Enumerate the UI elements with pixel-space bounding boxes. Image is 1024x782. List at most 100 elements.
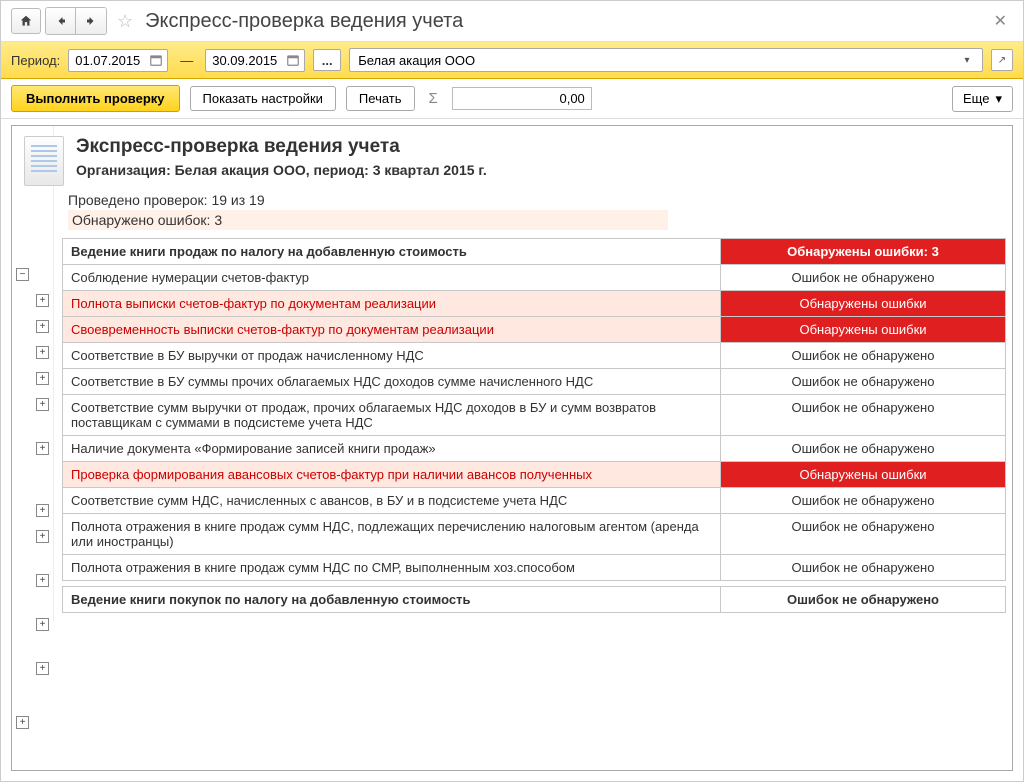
check-name-cell: Соответствие в БУ суммы прочих облагаемы… xyxy=(63,369,721,395)
report-table: Ведение книги продаж по налогу на добавл… xyxy=(62,238,1006,613)
tree-expand-button[interactable]: + xyxy=(36,662,49,675)
date-from-input[interactable] xyxy=(73,52,145,69)
organization-input[interactable] xyxy=(356,52,958,69)
section2-row: Ведение книги покупок по налогу на добав… xyxy=(63,587,1006,613)
table-row: Соответствие в БУ суммы прочих облагаемы… xyxy=(63,369,1006,395)
tree-expand-button[interactable]: + xyxy=(36,372,49,385)
table-row: Полнота выписки счетов-фактур по докумен… xyxy=(63,291,1006,317)
check-name-cell: Своевременность выписки счетов-фактур по… xyxy=(63,317,721,343)
check-status-cell: Ошибок не обнаружено xyxy=(721,514,1006,555)
table-row: Соответствие в БУ выручки от продаж начи… xyxy=(63,343,1006,369)
close-button[interactable]: ✕ xyxy=(988,9,1013,33)
tree-expand-button[interactable]: + xyxy=(36,398,49,411)
toolbar: Выполнить проверку Показать настройки Пе… xyxy=(1,79,1023,119)
favorite-star-icon[interactable]: ☆ xyxy=(117,11,133,32)
section2-name: Ведение книги покупок по налогу на добав… xyxy=(63,587,721,613)
table-row: Соответствие сумм выручки от продаж, про… xyxy=(63,395,1006,436)
report-inner: − + + + + + + + + + + + + Экспресс-прове xyxy=(12,126,1012,621)
table-row: Своевременность выписки счетов-фактур по… xyxy=(63,317,1006,343)
home-button[interactable] xyxy=(11,8,41,34)
check-name-cell: Проверка формирования авансовых счетов-ф… xyxy=(63,462,721,488)
report-header: Экспресс-проверка ведения учета Организа… xyxy=(76,136,1012,178)
checks-done-line: Проведено проверок: 19 из 19 xyxy=(68,192,1012,208)
check-status-cell: Обнаружены ошибки xyxy=(721,317,1006,343)
window-title: Экспресс-проверка ведения учета xyxy=(145,10,983,33)
tree-expand-button[interactable]: + xyxy=(36,346,49,359)
check-status-cell: Обнаружены ошибки xyxy=(721,291,1006,317)
section2-status: Ошибок не обнаружено xyxy=(721,587,1006,613)
tree-expand-button[interactable]: + xyxy=(36,530,49,543)
check-name-cell: Соответствие в БУ выручки от продаж начи… xyxy=(63,343,721,369)
close-icon: ✕ xyxy=(994,13,1007,30)
check-name-cell: Полнота отражения в книге продаж сумм НД… xyxy=(63,514,721,555)
check-status-cell: Ошибок не обнаружено xyxy=(721,343,1006,369)
check-status-cell: Ошибок не обнаружено xyxy=(721,436,1006,462)
home-icon xyxy=(19,14,33,28)
tree-expand-button[interactable]: + xyxy=(16,716,29,729)
check-status-cell: Ошибок не обнаружено xyxy=(721,265,1006,291)
tree-expand-button[interactable]: + xyxy=(36,618,49,631)
period-label: Период: xyxy=(11,53,60,68)
org-dropdown-button[interactable]: ▾ xyxy=(958,51,976,69)
tree-expand-button[interactable]: + xyxy=(36,294,49,307)
section-name: Ведение книги продаж по налогу на добавл… xyxy=(63,239,721,265)
check-name-cell: Полнота выписки счетов-фактур по докумен… xyxy=(63,291,721,317)
calendar-icon[interactable] xyxy=(286,53,300,67)
calendar-icon[interactable] xyxy=(149,53,163,67)
more-button[interactable]: Еще ▾ xyxy=(952,86,1013,112)
check-name-cell: Соблюдение нумерации счетов-фактур xyxy=(63,265,721,291)
check-name-cell: Соответствие сумм НДС, начисленных с ава… xyxy=(63,488,721,514)
date-from-field[interactable] xyxy=(68,49,168,72)
table-row: Полнота отражения в книге продаж сумм НД… xyxy=(63,555,1006,581)
period-picker-button[interactable]: ... xyxy=(313,49,341,71)
titlebar: ☆ Экспресс-проверка ведения учета ✕ xyxy=(1,1,1023,42)
open-icon: ↗ xyxy=(998,55,1006,66)
period-bar: Период: — ... ▾ ↗ xyxy=(1,42,1023,79)
dots-icon: ... xyxy=(322,53,333,68)
section-header-row: Ведение книги продаж по налогу на добавл… xyxy=(63,239,1006,265)
print-button[interactable]: Печать xyxy=(346,86,415,111)
check-name-cell: Соответствие сумм выручки от продаж, про… xyxy=(63,395,721,436)
tree-collapse-button[interactable]: − xyxy=(16,268,29,281)
check-status-cell: Ошибок не обнаружено xyxy=(721,488,1006,514)
chevron-down-icon: ▾ xyxy=(995,91,1002,107)
table-row: Полнота отражения в книге продаж сумм НД… xyxy=(63,514,1006,555)
document-icon xyxy=(24,136,64,186)
report[interactable]: − + + + + + + + + + + + + Экспресс-прове xyxy=(11,125,1013,771)
arrow-left-icon xyxy=(55,15,67,27)
arrow-right-icon xyxy=(85,15,97,27)
check-status-cell: Ошибок не обнаружено xyxy=(721,395,1006,436)
check-status-cell: Ошибок не обнаружено xyxy=(721,555,1006,581)
tree-expand-button[interactable]: + xyxy=(36,504,49,517)
chevron-down-icon: ▾ xyxy=(964,55,969,66)
errors-found-line: Обнаружено ошибок: 3 xyxy=(68,210,668,230)
forward-button[interactable] xyxy=(76,8,106,34)
date-to-input[interactable] xyxy=(210,52,282,69)
check-status-cell: Обнаружены ошибки xyxy=(721,462,1006,488)
app-window: ☆ Экспресс-проверка ведения учета ✕ Пери… xyxy=(0,0,1024,782)
tree-expand-button[interactable]: + xyxy=(36,320,49,333)
check-status-cell: Ошибок не обнаружено xyxy=(721,369,1006,395)
run-check-button[interactable]: Выполнить проверку xyxy=(11,85,180,112)
date-to-field[interactable] xyxy=(205,49,305,72)
period-dash: — xyxy=(176,53,197,68)
report-title: Экспресс-проверка ведения учета xyxy=(76,136,1004,158)
table-row: Соответствие сумм НДС, начисленных с ава… xyxy=(63,488,1006,514)
table-row: Наличие документа «Формирование записей … xyxy=(63,436,1006,462)
report-wrapper: − + + + + + + + + + + + + Экспресс-прове xyxy=(1,119,1023,781)
back-button[interactable] xyxy=(46,8,76,34)
tree-gutter: − + + + + + + + + + + + + xyxy=(12,126,54,621)
report-subtitle: Организация: Белая акация ООО, период: 3… xyxy=(76,162,1004,178)
tree-expand-button[interactable]: + xyxy=(36,574,49,587)
sum-icon: Σ xyxy=(425,90,442,107)
sum-input[interactable] xyxy=(452,87,592,110)
org-open-button[interactable]: ↗ xyxy=(991,49,1013,71)
tree-expand-button[interactable]: + xyxy=(36,442,49,455)
organization-field[interactable]: ▾ xyxy=(349,48,983,72)
check-name-cell: Наличие документа «Формирование записей … xyxy=(63,436,721,462)
section-status: Обнаружены ошибки: 3 xyxy=(721,239,1006,265)
check-name-cell: Полнота отражения в книге продаж сумм НД… xyxy=(63,555,721,581)
nav-group xyxy=(45,7,107,35)
more-label: Еще xyxy=(963,91,989,106)
show-settings-button[interactable]: Показать настройки xyxy=(190,86,336,111)
